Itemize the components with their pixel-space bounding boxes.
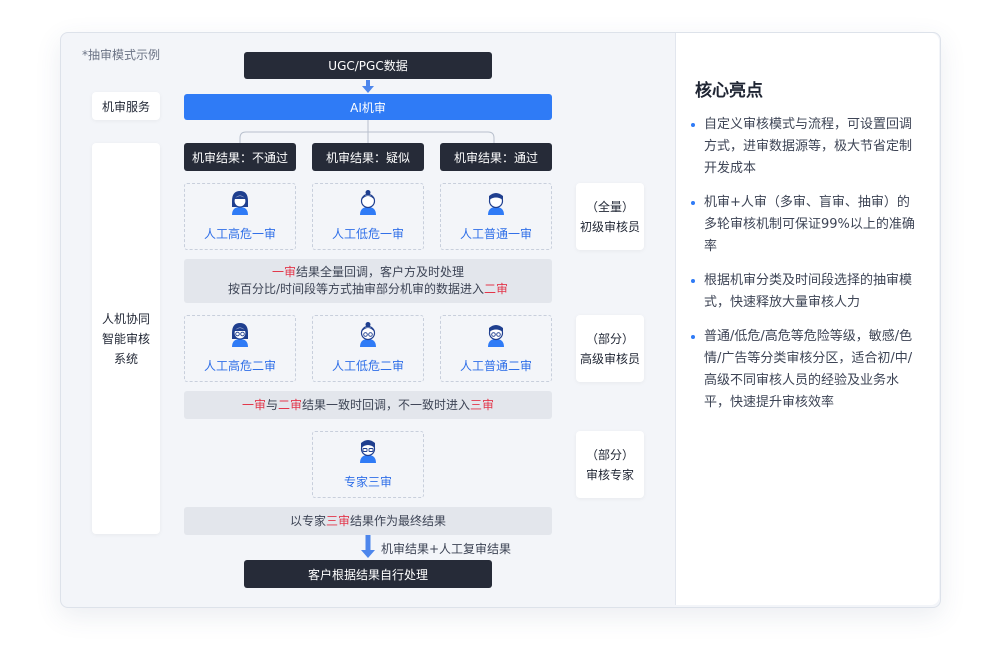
highlight-text: 三审 [325, 513, 350, 528]
role-senior: （部分） 高级审核员 [576, 315, 644, 382]
band1-line1: 一审结果全量回调，客户方及时处理 [272, 264, 464, 281]
male-reviewer-glasses-icon [488, 325, 504, 347]
reviewer-card-low-2: 人工低危二审 [312, 315, 424, 382]
band-text: 以专家 [289, 513, 326, 528]
reviewer-card-normal-2: 人工普通二审 [440, 315, 552, 382]
stage2-compare-band: 一审与二审结果一致时回调，不一致时进入三审 [184, 391, 552, 419]
system-label-line: 人机协同 [101, 311, 150, 326]
female-reviewer-glasses-icon [232, 323, 248, 347]
reviewer-card-high-2: 人工高危二审 [184, 315, 296, 382]
role-scope: （部分） [585, 447, 634, 462]
result-pass: 机审结果：通过 [440, 143, 552, 171]
role-name: 高级审核员 [579, 351, 640, 366]
expert-reviewer-icon [360, 440, 376, 463]
highlight-text: 三审 [470, 397, 495, 412]
reviewer-bun-glasses-icon [360, 322, 376, 347]
stage1-callback-band: 一审结果全量回调，客户方及时处理 按百分比/时间段等方式抽审部分机审的数据进入二… [184, 259, 552, 303]
reviewer-card-expert: 专家三审 [312, 431, 424, 498]
stage1-high-label: 人工高危一审 [203, 227, 276, 241]
system-label-line: 智能审核 [101, 331, 150, 346]
band-text: 结果作为最终结果 [350, 513, 447, 528]
machine-service-label: 机审服务 [92, 92, 160, 120]
band2-line: 一审与二审结果一致时回调，不一致时进入三审 [242, 397, 494, 414]
highlight-text: 一审 [271, 265, 296, 279]
final-result-band: 以专家三审结果作为最终结果 [184, 507, 552, 535]
highlights-list: 自定义审核模式与流程，可设置回调方式，进审数据源等，极大节省定制开发成本 机审+… [690, 114, 922, 426]
band-text: 结果全量回调，客户方及时处理 [296, 265, 465, 279]
highlight-item: 机审+人审（多审、盲审、抽审）的多轮审核机制可保证99%以上的准确率 [690, 192, 922, 258]
system-label: 人机协同 智能审核 系统 [92, 143, 160, 534]
highlight-item: 根据机审分类及时间段选择的抽审模式，快速释放大量审核人力 [690, 270, 922, 314]
stage1-low-label: 人工低危一审 [331, 227, 404, 241]
stage2-low-label: 人工低危二审 [331, 359, 404, 373]
ai-review-bar: AI机审 [184, 94, 552, 120]
highlight-text: 二审 [277, 397, 302, 412]
stage1-normal-label: 人工普通一审 [459, 227, 532, 241]
source-arrow [362, 80, 374, 93]
highlight-item: 自定义审核模式与流程，可设置回调方式，进审数据源等，极大节省定制开发成本 [690, 114, 922, 180]
role-name: 初级审核员 [579, 219, 640, 234]
band-text: 结果一致时回调，不一致时进入 [302, 397, 471, 412]
role-junior: （全量） 初级审核员 [576, 183, 644, 250]
band-text: 与 [265, 397, 278, 412]
result-reject: 机审结果：不通过 [184, 143, 296, 171]
branch-lines [239, 120, 495, 143]
highlights-title: 核心亮点 [695, 81, 763, 101]
final-action-box: 客户根据结果自行处理 [244, 560, 492, 588]
highlight-text: 二审 [484, 282, 509, 296]
reviewer-card-normal-1: 人工普通一审 [440, 183, 552, 250]
female-reviewer-icon [232, 191, 248, 215]
band3-line: 以专家三审结果作为最终结果 [290, 513, 446, 530]
result-suspect: 机审结果：疑似 [312, 143, 424, 171]
stage3-label: 专家三审 [343, 475, 392, 489]
reviewer-card-high-1: 人工高危一审 [184, 183, 296, 250]
stage2-normal-label: 人工普通二审 [459, 359, 532, 373]
final-arrow-label: 机审结果+人工复审结果 [381, 542, 512, 556]
reviewer-bun-icon [360, 190, 376, 215]
role-expert: （部分） 审核专家 [576, 431, 644, 498]
system-label-line: 系统 [113, 351, 138, 366]
reviewer-card-low-1: 人工低危一审 [312, 183, 424, 250]
source-data-box: UGC/PGC数据 [244, 52, 492, 79]
role-scope: （部分） [585, 331, 634, 346]
final-arrow [361, 535, 375, 558]
male-reviewer-icon [488, 193, 504, 215]
role-name: 审核专家 [585, 467, 634, 482]
band1-line2: 按百分比/时间段等方式抽审部分机审的数据进入二审 [228, 281, 508, 298]
highlight-text: 一审 [241, 397, 266, 412]
highlight-item: 普通/低危/高危等危险等级，敏感/色情/广告等分类审核分区，适合初/中/高级不同… [690, 326, 922, 414]
stage2-high-label: 人工高危二审 [203, 359, 276, 373]
role-scope: （全量） [585, 199, 634, 214]
band-text: 按百分比/时间段等方式抽审部分机审的数据进入 [227, 282, 485, 296]
